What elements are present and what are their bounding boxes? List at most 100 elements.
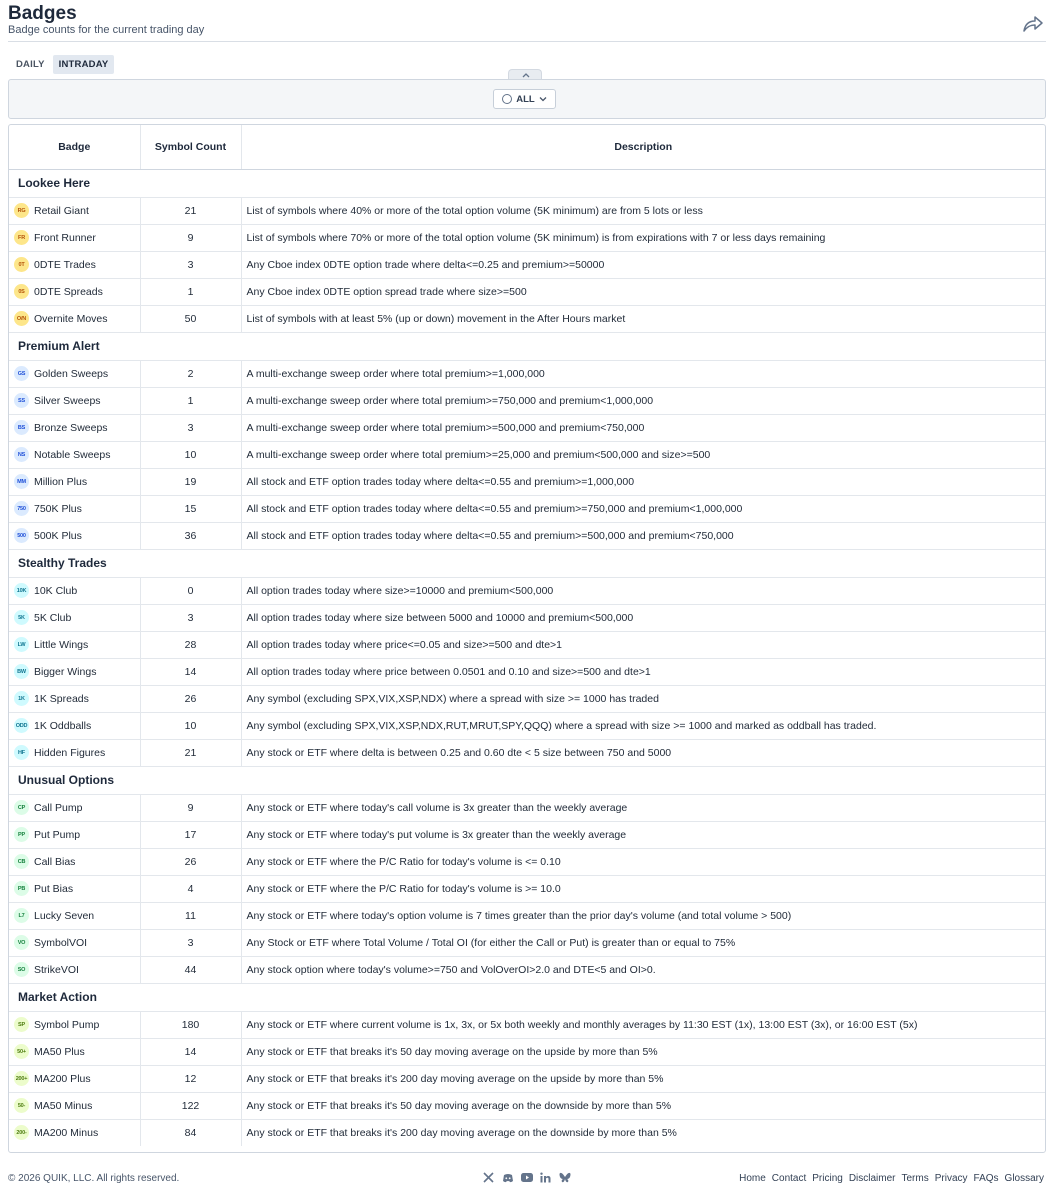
symbol-count[interactable]: 50 [140, 305, 242, 333]
badge-name[interactable]: MA200 Minus [34, 1127, 98, 1139]
badge-name[interactable]: Symbol Pump [34, 1019, 99, 1031]
symbol-count[interactable]: 3 [140, 251, 242, 279]
badge-name[interactable]: Put Pump [34, 829, 80, 841]
table-row[interactable]: L7 Lucky Seven 11 Any stock or ETF where to… [9, 902, 1045, 930]
symbol-count[interactable]: 36 [140, 522, 242, 550]
badge-name[interactable]: Lucky Seven [34, 910, 94, 922]
footer-link-home[interactable]: Home [739, 1173, 766, 1184]
footer-link-disclaimer[interactable]: Disclaimer [849, 1173, 896, 1184]
badge-name[interactable]: Put Bias [34, 883, 73, 895]
badge-name[interactable]: Call Bias [34, 856, 75, 868]
badge-name[interactable]: Bronze Sweeps [34, 422, 108, 434]
table-row[interactable]: 10K 10K Club 0 All option trades today wher… [9, 577, 1045, 605]
badge-name[interactable]: Call Pump [34, 802, 82, 814]
symbol-count[interactable]: 26 [140, 685, 242, 713]
symbol-count[interactable]: 19 [140, 468, 242, 496]
badge-name[interactable]: Million Plus [34, 476, 87, 488]
symbol-count[interactable]: 4 [140, 875, 242, 903]
symbol-count[interactable]: 21 [140, 197, 242, 225]
symbol-count[interactable]: 14 [140, 658, 242, 686]
table-row[interactable]: 0T 0DTE Trades 3 Any Cboe index 0DTE option… [9, 251, 1045, 279]
footer-link-glossary[interactable]: Glossary [1005, 1173, 1044, 1184]
badge-name[interactable]: 1K Spreads [34, 693, 89, 705]
badge-name[interactable]: 0DTE Trades [34, 259, 96, 271]
badge-name[interactable]: SymbolVOI [34, 937, 87, 949]
badge-name[interactable]: 500K Plus [34, 530, 82, 542]
symbol-count[interactable]: 2 [140, 360, 242, 388]
symbol-count[interactable]: 15 [140, 495, 242, 523]
symbol-count[interactable]: 11 [140, 902, 242, 930]
footer-link-terms[interactable]: Terms [902, 1173, 929, 1184]
collapse-filter-toggle[interactable] [508, 69, 542, 79]
table-row[interactable]: BS Bronze Sweeps 3 A multi-exchange sweep o… [9, 414, 1045, 442]
symbol-count[interactable]: 44 [140, 956, 242, 984]
linkedin-icon[interactable] [539, 1171, 552, 1184]
filter-dropdown[interactable]: ALL [493, 89, 556, 109]
footer-link-privacy[interactable]: Privacy [935, 1173, 968, 1184]
table-row[interactable]: ODD 1K Oddballs 10 Any symbol (excluding SP… [9, 712, 1045, 740]
table-row[interactable]: BW Bigger Wings 14 All option trades today … [9, 658, 1045, 686]
table-row[interactable]: 500 500K Plus 36 All stock and ETF option t… [9, 522, 1045, 550]
column-header-badge[interactable]: Badge [9, 125, 141, 170]
table-row[interactable]: SO StrikeVOI 44 Any stock option where toda… [9, 956, 1045, 984]
bluesky-icon[interactable] [558, 1171, 571, 1184]
table-row[interactable]: 200- MA200 Minus 84 Any stock or ETF that b… [9, 1119, 1045, 1146]
symbol-count[interactable]: 12 [140, 1065, 242, 1093]
table-row[interactable]: SP Symbol Pump 180 Any stock or ETF where c… [9, 1011, 1045, 1039]
footer-link-pricing[interactable]: Pricing [812, 1173, 843, 1184]
x-icon[interactable] [482, 1171, 495, 1184]
symbol-count[interactable]: 1 [140, 387, 242, 415]
badge-name[interactable]: MA50 Plus [34, 1046, 85, 1058]
table-row[interactable]: 0S 0DTE Spreads 1 Any Cboe index 0DTE optio… [9, 278, 1045, 306]
table-row[interactable]: 750 750K Plus 15 All stock and ETF option t… [9, 495, 1045, 523]
badge-name[interactable]: Silver Sweeps [34, 395, 101, 407]
badge-name[interactable]: 10K Club [34, 585, 77, 597]
symbol-count[interactable]: 9 [140, 794, 242, 822]
badge-name[interactable]: Golden Sweeps [34, 368, 108, 380]
symbol-count[interactable]: 3 [140, 929, 242, 957]
badge-name[interactable]: Overnite Moves [34, 313, 108, 325]
badge-name[interactable]: Front Runner [34, 232, 96, 244]
symbol-count[interactable]: 3 [140, 604, 242, 632]
badge-name[interactable]: MA50 Minus [34, 1100, 92, 1112]
table-row[interactable]: 5K 5K Club 3 All option trades today where … [9, 604, 1045, 632]
symbol-count[interactable]: 9 [140, 224, 242, 252]
badge-name[interactable]: StrikeVOI [34, 964, 79, 976]
badge-name[interactable]: Notable Sweeps [34, 449, 110, 461]
badge-name[interactable]: 5K Club [34, 612, 71, 624]
table-row[interactable]: SS Silver Sweeps 1 A multi-exchange sweep o… [9, 387, 1045, 415]
symbol-count[interactable]: 10 [140, 712, 242, 740]
symbol-count[interactable]: 14 [140, 1038, 242, 1066]
badge-name[interactable]: MA200 Plus [34, 1073, 91, 1085]
symbol-count[interactable]: 122 [140, 1092, 242, 1120]
table-row[interactable]: CP Call Pump 9 Any stock or ETF where today… [9, 794, 1045, 822]
badge-name[interactable]: Bigger Wings [34, 666, 96, 678]
badge-name[interactable]: Hidden Figures [34, 747, 105, 759]
discord-icon[interactable] [501, 1171, 514, 1184]
table-row[interactable]: PP Put Pump 17 Any stock or ETF where today… [9, 821, 1045, 849]
table-row[interactable]: LW Little Wings 28 All option trades today … [9, 631, 1045, 659]
share-icon[interactable] [1022, 14, 1044, 34]
table-row[interactable]: O/N Overnite Moves 50 List of symbols with … [9, 305, 1045, 333]
table-row[interactable]: 1K 1K Spreads 26 Any symbol (excluding SPX,… [9, 685, 1045, 713]
badge-name[interactable]: 0DTE Spreads [34, 286, 103, 298]
symbol-count[interactable]: 17 [140, 821, 242, 849]
table-row[interactable]: VO SymbolVOI 3 Any Stock or ETF where Total… [9, 929, 1045, 957]
footer-link-contact[interactable]: Contact [772, 1173, 806, 1184]
tab-intraday[interactable]: INTRADAY [52, 55, 115, 74]
table-row[interactable]: 50+ MA50 Plus 14 Any stock or ETF that brea… [9, 1038, 1045, 1066]
symbol-count[interactable]: 28 [140, 631, 242, 659]
footer-link-faqs[interactable]: FAQs [974, 1173, 999, 1184]
symbol-count[interactable]: 84 [140, 1119, 242, 1146]
table-row[interactable]: HF Hidden Figures 21 Any stock or ETF where… [9, 739, 1045, 767]
table-row[interactable]: PB Put Bias 4 Any stock or ETF where the P/… [9, 875, 1045, 903]
symbol-count[interactable]: 0 [140, 577, 242, 605]
symbol-count[interactable]: 1 [140, 278, 242, 306]
symbol-count[interactable]: 3 [140, 414, 242, 442]
table-row[interactable]: NS Notable Sweeps 10 A multi-exchange sweep… [9, 441, 1045, 469]
badge-name[interactable]: Little Wings [34, 639, 88, 651]
table-row[interactable]: 50- MA50 Minus 122 Any stock or ETF that br… [9, 1092, 1045, 1120]
table-row[interactable]: 200+ MA200 Plus 12 Any stock or ETF that br… [9, 1065, 1045, 1093]
symbol-count[interactable]: 26 [140, 848, 242, 876]
badge-name[interactable]: Retail Giant [34, 205, 89, 217]
